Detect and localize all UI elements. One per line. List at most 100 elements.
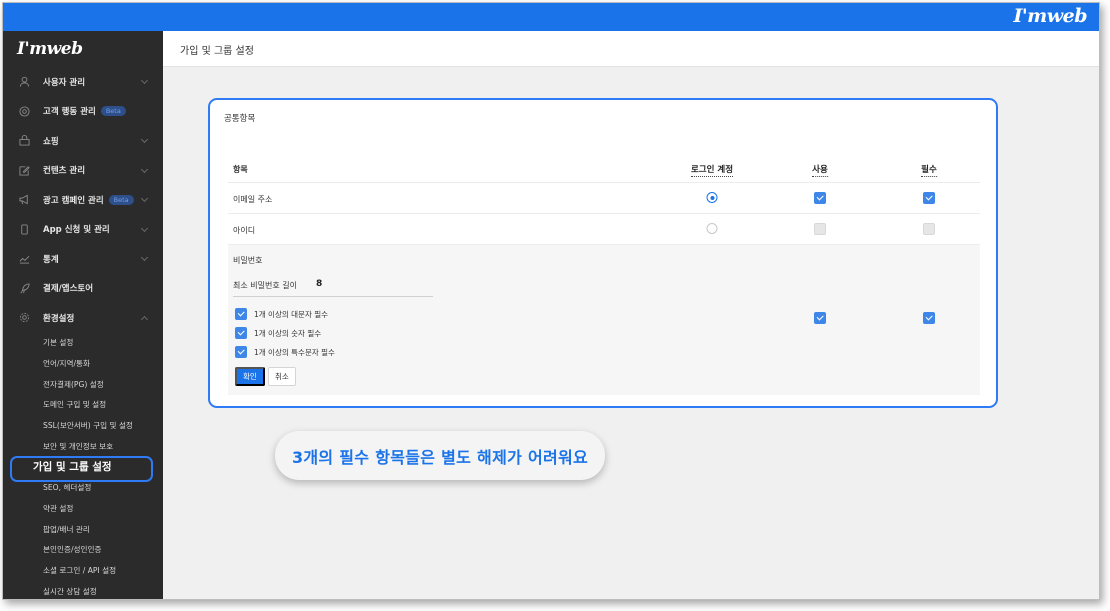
checkbox-checked[interactable]: [923, 192, 935, 204]
column-use: 사용: [812, 165, 828, 177]
sidebar-logo[interactable]: I'mweb: [3, 31, 163, 67]
password-required-checkbox[interactable]: [923, 312, 935, 324]
chevron-down-icon: [140, 224, 149, 232]
chevron-down-icon: [140, 135, 149, 144]
checkbox-checked[interactable]: [235, 308, 247, 320]
column-required: 필수: [921, 165, 937, 177]
sidebar-item-label: 통계: [43, 254, 59, 265]
option-special-char[interactable]: 1개 이상의 특수문자 필수: [235, 346, 335, 358]
beta-badge: Beta: [100, 106, 126, 117]
password-label: 비밀번호: [233, 256, 263, 265]
checkbox-checked[interactable]: [235, 327, 247, 339]
column-item: 항목: [233, 165, 248, 174]
chevron-up-icon: [140, 315, 149, 324]
brand-logo: I'mweb: [1013, 5, 1087, 27]
sidebar-item-users[interactable]: 사용자 관리: [3, 67, 163, 97]
table-row-email: 이메일 주소: [228, 183, 980, 214]
sidebar-item-label: 광고 캠페인 관리: [43, 195, 104, 206]
target-icon: [17, 106, 31, 117]
settings-submenu: 기본 설정 언어/지역/통화 전자결제(PG) 설정 도메인 구입 및 설정 S…: [3, 333, 163, 600]
edit-icon: [17, 165, 31, 176]
sidebar-item-label: 고객 행동 관리: [43, 107, 96, 118]
cancel-button[interactable]: 취소: [268, 367, 296, 386]
app-window: I'mweb I'mweb 사용자 관리 고객 행동 관리 Beta 쇼핑 컨텐…: [2, 2, 1100, 600]
radio-selected[interactable]: [706, 192, 718, 203]
password-section: 비밀번호 최소 비밀번호 길이 8 1개 이상의 대문자 필수 1개 이상의 숫…: [228, 245, 980, 395]
row-label: 아이디: [233, 226, 256, 235]
column-login: 로그인 계정: [690, 165, 734, 177]
sidebar-item-label: 환경설정: [43, 313, 75, 324]
submenu-live-chat[interactable]: 실시간 상담 설정: [3, 581, 163, 599]
common-fields-card: 공통항목 항목 로그인 계정 사용 필수 이메일 주소 아이디 비밀번호 최소 …: [208, 98, 998, 408]
shop-icon: [17, 135, 31, 146]
chevron-down-icon: [140, 76, 149, 85]
submenu-domain[interactable]: 도메인 구입 및 설정: [3, 395, 163, 416]
sidebar-item-contents[interactable]: 컨텐츠 관리: [3, 156, 163, 186]
min-length-underline: [233, 296, 433, 297]
page-title: 가입 및 그룹 설정: [180, 46, 254, 57]
sidebar-item-customer-behavior[interactable]: 고객 행동 관리 Beta: [3, 97, 163, 127]
sidebar-item-label: 쇼핑: [43, 136, 59, 147]
submenu-ssl[interactable]: SSL(보안서버) 구입 및 설정: [3, 415, 163, 436]
table-row-id: 아이디: [228, 214, 980, 245]
radio-unselected[interactable]: [706, 223, 718, 234]
option-number[interactable]: 1개 이상의 숫자 필수: [235, 327, 321, 339]
sidebar-item-statistics[interactable]: 통계: [3, 244, 163, 274]
sidebar-item-shopping[interactable]: 쇼핑: [3, 126, 163, 156]
fields-table: 항목 로그인 계정 사용 필수 이메일 주소 아이디 비밀번호 최소 비밀번호 …: [228, 155, 980, 395]
rocket-icon: [17, 283, 31, 294]
option-uppercase[interactable]: 1개 이상의 대문자 필수: [235, 308, 328, 320]
submenu-basic-settings[interactable]: 기본 설정: [3, 333, 163, 354]
megaphone-icon: [17, 194, 31, 205]
sidebar-item-label: 사용자 관리: [43, 77, 86, 88]
sidebar-item-label: App 신청 및 관리: [43, 225, 110, 236]
gear-icon: [17, 312, 31, 323]
chevron-down-icon: [140, 165, 149, 173]
tooltip-text: 3개의 필수 항목들은 별도 해제가 어려워요: [291, 447, 589, 467]
checkbox-checked[interactable]: [923, 312, 935, 324]
checkbox-disabled: [923, 223, 935, 235]
password-use-checkbox[interactable]: [814, 312, 826, 324]
card-title: 공통항목: [224, 114, 256, 124]
email-login-radio[interactable]: [706, 192, 718, 203]
sidebar-item-payment[interactable]: 결제/앱스토어: [3, 274, 163, 304]
user-icon: [17, 76, 31, 87]
submenu-signup-group[interactable]: 가입 및 그룹 설정: [3, 455, 163, 482]
row-label: 이메일 주소: [233, 195, 273, 204]
submenu-terms[interactable]: 약관 설정: [3, 498, 163, 519]
submenu-verification[interactable]: 본인인증/성인인증: [3, 539, 163, 560]
email-required-checkbox[interactable]: [923, 192, 935, 204]
phone-icon: [17, 224, 31, 235]
submenu-language[interactable]: 언어/지역/통화: [3, 353, 163, 374]
submenu-pg[interactable]: 전자결제(PG) 설정: [3, 374, 163, 395]
id-login-radio[interactable]: [706, 223, 718, 234]
table-header: 항목 로그인 계정 사용 필수: [228, 155, 980, 183]
checkbox-checked[interactable]: [235, 346, 247, 358]
checkbox-disabled: [814, 223, 826, 235]
confirm-button[interactable]: 확인: [235, 367, 265, 386]
email-use-checkbox[interactable]: [814, 192, 826, 204]
submenu-security[interactable]: 보안 및 개인정보 보호: [3, 436, 163, 457]
sidebar-item-ad-campaign[interactable]: 광고 캠페인 관리 Beta: [3, 185, 163, 215]
sidebar-item-app[interactable]: App 신청 및 관리: [3, 215, 163, 245]
min-length-label: 최소 비밀번호 길이: [233, 281, 297, 290]
min-length-input[interactable]: 8: [316, 279, 322, 289]
chevron-down-icon: [140, 194, 149, 203]
top-bar: I'mweb: [3, 3, 1099, 31]
submenu-social-login[interactable]: 소셜 로그인 / API 설정: [3, 560, 163, 581]
sidebar-menu: 사용자 관리 고객 행동 관리 Beta 쇼핑 컨텐츠 관리 광고 캠페인 관리…: [3, 67, 163, 333]
checkbox-checked[interactable]: [814, 312, 826, 324]
annotation-tooltip: 3개의 필수 항목들은 별도 해제가 어려워요: [275, 431, 605, 480]
sidebar: I'mweb 사용자 관리 고객 행동 관리 Beta 쇼핑 컨텐츠 관리 광고…: [3, 31, 163, 600]
sidebar-item-label: 결제/앱스토어: [43, 284, 94, 295]
id-required-checkbox[interactable]: [923, 223, 935, 235]
checkbox-checked[interactable]: [814, 192, 826, 204]
sidebar-item-settings[interactable]: 환경설정: [3, 303, 163, 333]
chart-icon: [17, 253, 31, 264]
beta-badge: Beta: [108, 194, 134, 205]
chevron-down-icon: [140, 253, 149, 262]
submenu-popup[interactable]: 팝업/배너 관리: [3, 519, 163, 540]
page-header: 가입 및 그룹 설정: [163, 31, 1099, 67]
id-use-checkbox[interactable]: [814, 223, 826, 235]
sidebar-item-label: 컨텐츠 관리: [43, 166, 86, 177]
